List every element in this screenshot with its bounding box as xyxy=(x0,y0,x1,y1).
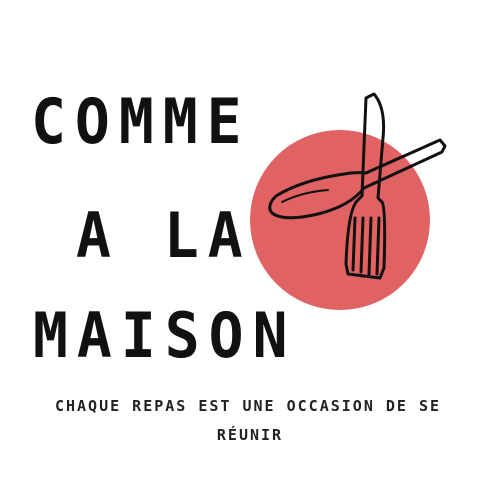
tagline-line-2: RÉUNIR xyxy=(216,426,284,444)
logo-title-line-3: MAISON xyxy=(33,298,297,373)
utensils-illustration xyxy=(268,92,447,280)
spoon-icon xyxy=(268,138,447,220)
logo-canvas: COMME A LA MAISON CHAQUE REPAS EST UNE O… xyxy=(0,0,500,500)
logo-title-line-1: COMME xyxy=(31,84,251,159)
tagline-line-1: CHAQUE REPAS EST UNE OCCASION DE SE xyxy=(54,397,442,415)
logo-title-line-2: A LA xyxy=(76,198,252,273)
